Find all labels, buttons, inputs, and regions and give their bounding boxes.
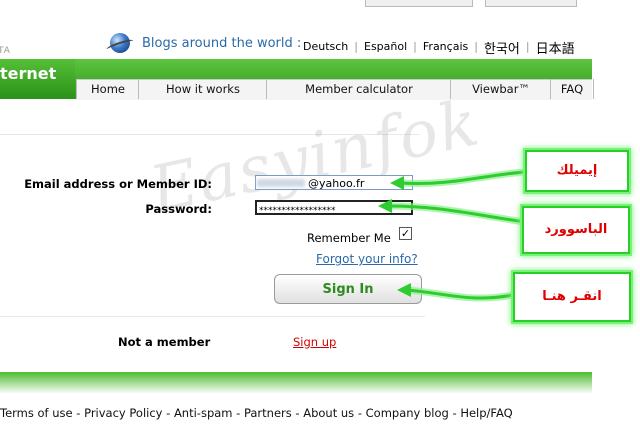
- signin-callout: انقـر هنـا: [513, 272, 631, 322]
- password-callout: الباسوورد: [522, 206, 630, 254]
- email-callout: إيميلك: [525, 150, 629, 192]
